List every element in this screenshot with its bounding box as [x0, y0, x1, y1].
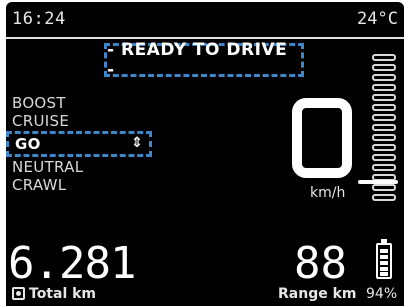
mode-boost[interactable]: BOOST [12, 94, 172, 112]
battery-bar [380, 267, 388, 271]
gauge-segment [372, 94, 396, 101]
gauge-segment [372, 74, 396, 81]
battery-bar [380, 261, 388, 265]
mode-crawl[interactable]: CRAWL [12, 176, 172, 194]
gauge-segment [372, 134, 396, 141]
battery-bar [380, 255, 388, 259]
battery-percent: 94% [366, 286, 398, 302]
clock: 16:24 [12, 9, 66, 29]
gauge-segment [372, 64, 396, 71]
gauge-segment [372, 144, 396, 151]
odometer-label-text: Total km [29, 286, 97, 302]
gauge-segment [372, 164, 396, 171]
range-value: 88 [294, 238, 347, 289]
battery-bar [380, 272, 388, 276]
speed-digit-zero [292, 98, 352, 178]
mode-cruise[interactable]: CRUISE [12, 112, 172, 130]
status-bar: 16:24 24°C [6, 2, 404, 38]
gauge-segment [372, 104, 396, 111]
speed-unit: km/h [310, 185, 346, 201]
gauge-marker [358, 180, 398, 184]
mode-neutral[interactable]: NEUTRAL [12, 158, 172, 176]
gauge-segment [372, 184, 396, 191]
mode-go-label: GO [15, 135, 41, 153]
drive-mode-list: BOOST CRUISE GO ⇕ NEUTRAL CRAWL [6, 94, 172, 194]
range-label: Range km [278, 286, 357, 302]
gauge-segment [372, 154, 396, 161]
up-down-arrow-icon: ⇕ [130, 135, 143, 151]
gauge-segment [372, 84, 396, 91]
odometer-label: Total km [12, 286, 96, 302]
mode-selector-go[interactable]: GO ⇕ [6, 131, 152, 157]
temperature: 24°C [357, 9, 398, 29]
dashboard-screen: 16:24 24°C - READY TO DRIVE - BOOST CRUI… [6, 2, 404, 306]
odometer-icon [12, 287, 25, 300]
odometer-value: 6.281 [8, 238, 136, 289]
battery-bar [380, 249, 388, 253]
gauge-segment [372, 194, 396, 201]
gauge-segment [372, 124, 396, 131]
gauge-segment [372, 114, 396, 121]
divider [6, 37, 404, 39]
gauge-segment [372, 54, 396, 61]
battery-icon [376, 239, 392, 279]
ready-banner[interactable]: - READY TO DRIVE - [104, 40, 304, 80]
